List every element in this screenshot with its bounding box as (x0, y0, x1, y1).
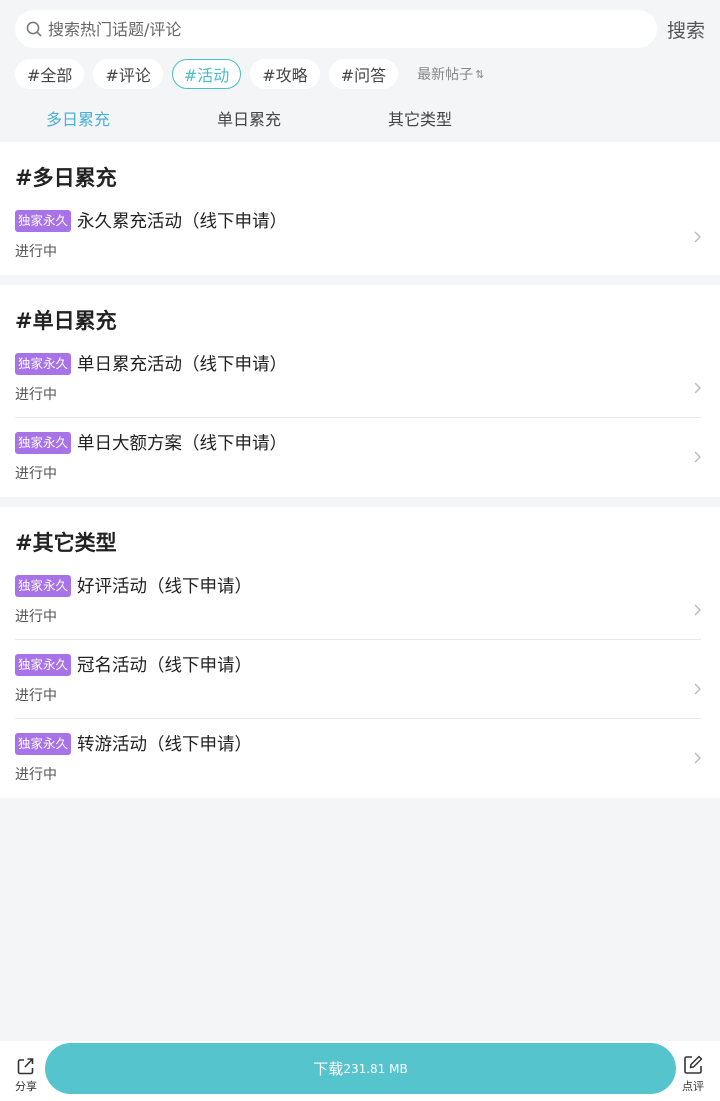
list-item[interactable]: 独家永久 冠名活动（线下申请） 进行中 (0, 652, 720, 712)
category-tabs: 多日累充 单日累充 其它类型 (0, 106, 720, 136)
sort-latest-button[interactable]: 最新帖子 ⇅ (417, 64, 484, 84)
share-button[interactable]: 分享 (11, 1056, 41, 1094)
bottom-action-bar: 分享 下载 231.81 MB 点评 (0, 1041, 720, 1101)
sort-label: 最新帖子 (417, 67, 474, 83)
list-item[interactable]: 独家永久 永久累充活动（线下申请） 进行中 (0, 208, 720, 268)
item-title: 单日大额方案（线下申请） (77, 434, 287, 454)
tab-single-day[interactable]: 单日累充 (217, 106, 281, 130)
exclusive-badge: 独家永久 (15, 733, 71, 755)
chevron-right-icon (694, 231, 701, 243)
section-other-types: #其它类型 独家永久 好评活动（线下申请） 进行中 独家永久 冠名活动（线下申请… (0, 507, 720, 798)
edit-icon (684, 1055, 703, 1074)
divider (15, 639, 701, 640)
tag-reviews[interactable]: #评论 (93, 59, 163, 89)
section-title: #多日累充 (15, 166, 117, 190)
item-status: 进行中 (15, 688, 57, 704)
search-box[interactable] (15, 10, 657, 48)
download-button[interactable]: 下载 231.81 MB (45, 1043, 676, 1094)
section-title: #单日累充 (15, 309, 117, 333)
exclusive-badge: 独家永久 (15, 210, 71, 232)
list-item[interactable]: 独家永久 好评活动（线下申请） 进行中 (0, 573, 720, 633)
tag-qa[interactable]: #问答 (328, 59, 399, 89)
item-status: 进行中 (15, 466, 57, 482)
chevron-right-icon (694, 604, 701, 616)
divider (15, 417, 701, 418)
review-label: 点评 (682, 1080, 704, 1093)
item-title: 转游活动（线下申请） (77, 735, 252, 755)
item-status: 进行中 (15, 387, 57, 403)
list-item[interactable]: 独家永久 单日累充活动（线下申请） 进行中 (0, 351, 720, 411)
exclusive-badge: 独家永久 (15, 654, 71, 676)
exclusive-badge: 独家永久 (15, 432, 71, 454)
list-item[interactable]: 独家永久 单日大额方案（线下申请） 进行中 (0, 430, 720, 490)
share-label: 分享 (15, 1080, 37, 1093)
search-input[interactable] (48, 10, 638, 48)
exclusive-badge: 独家永久 (15, 353, 71, 375)
tag-events[interactable]: #活动 (171, 59, 242, 89)
chevron-right-icon (694, 752, 701, 764)
item-title: 单日累充活动（线下申请） (77, 355, 287, 375)
download-label: 下载 (313, 1060, 344, 1078)
search-bar: 搜索 (0, 0, 720, 60)
chevron-right-icon (694, 683, 701, 695)
item-status: 进行中 (15, 767, 57, 783)
search-button[interactable]: 搜索 (667, 16, 705, 43)
section-multi-day: #多日累充 独家永久 永久累充活动（线下申请） 进行中 (0, 142, 720, 275)
item-title: 冠名活动（线下申请） (77, 656, 252, 676)
item-status: 进行中 (15, 244, 57, 260)
item-title: 好评活动（线下申请） (77, 577, 252, 597)
divider (15, 718, 701, 719)
exclusive-badge: 独家永久 (15, 575, 71, 597)
chevron-right-icon (694, 451, 701, 463)
chevron-right-icon (694, 382, 701, 394)
sort-arrows-icon: ⇅ (475, 67, 485, 81)
review-button[interactable]: 点评 (678, 1054, 708, 1094)
tab-other-types[interactable]: 其它类型 (388, 106, 452, 130)
download-size: 231.81 MB (343, 1061, 408, 1076)
search-icon (26, 21, 42, 37)
share-icon (17, 1058, 34, 1075)
item-status: 进行中 (15, 609, 57, 625)
item-title: 永久累充活动（线下申请） (77, 212, 287, 232)
section-title: #其它类型 (15, 531, 117, 555)
tag-filter-bar: #全部 #评论 #活动 #攻略 #问答 最新帖子 ⇅ (15, 59, 484, 89)
tag-all[interactable]: #全部 (15, 59, 85, 89)
tab-multi-day[interactable]: 多日累充 (46, 106, 110, 130)
tag-guides[interactable]: #攻略 (250, 59, 320, 89)
list-item[interactable]: 独家永久 转游活动（线下申请） 进行中 (0, 731, 720, 791)
section-single-day: #单日累充 独家永久 单日累充活动（线下申请） 进行中 独家永久 单日大额方案（… (0, 285, 720, 497)
